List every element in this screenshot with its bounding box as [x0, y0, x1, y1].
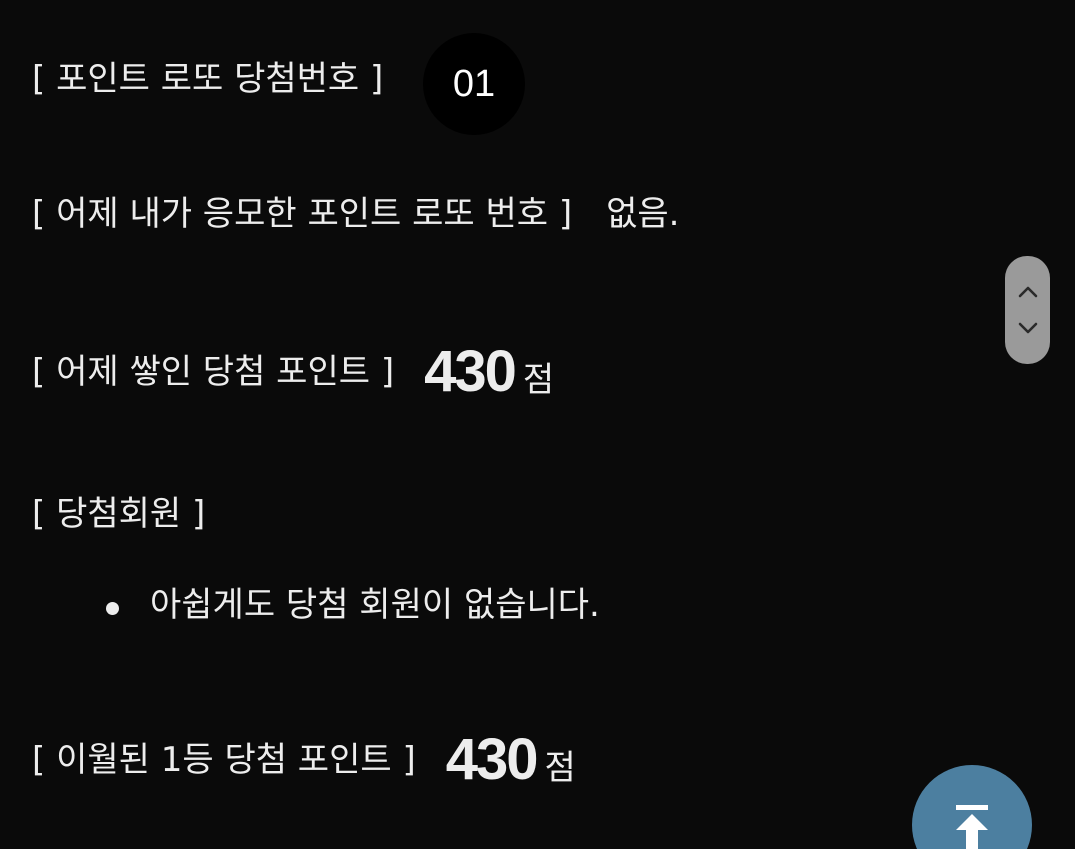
- chevron-down-icon: [1018, 322, 1037, 334]
- my-entry-row: [ 어제 내가 응모한 포인트 로또 번호 ] 없음.: [32, 197, 679, 231]
- carryover-points-value: 430: [445, 727, 539, 792]
- page-scroll-control: [1005, 256, 1050, 364]
- scroll-to-top-button[interactable]: [912, 765, 1032, 849]
- accumulated-points-value: 430: [424, 339, 517, 404]
- no-winners-message: 아쉽게도 당첨 회원이 없습니다.: [150, 585, 600, 625]
- accumulated-points-row: [ 어제 쌓인 당첨 포인트 ] 430 점: [32, 343, 554, 401]
- winning-number-label: [ 포인트 로또 당첨번호 ]: [32, 59, 384, 99]
- lotto-results-page: [ 포인트 로또 당첨번호 ] 01 [ 어제 내가 응모한 포인트 로또 번호…: [0, 0, 1075, 849]
- chevron-up-icon: [1018, 286, 1037, 298]
- carryover-points-label: [ 이월된 1등 당첨 포인트 ]: [32, 740, 416, 780]
- arrow-to-top-icon: [956, 805, 988, 849]
- accumulated-points-label: [ 어제 쌓인 당첨 포인트 ]: [32, 352, 395, 392]
- accumulated-points: 430 점: [424, 343, 554, 401]
- bullet-icon: [106, 601, 119, 615]
- winners-row: [ 당첨회원 ]: [32, 497, 205, 531]
- scroll-up-button[interactable]: [1005, 274, 1050, 310]
- carryover-points-unit: 점: [544, 748, 576, 788]
- winners-label: [ 당첨회원 ]: [32, 494, 206, 534]
- winning-number-row: [ 포인트 로또 당첨번호 ]: [32, 62, 383, 96]
- winning-number-value: 01: [452, 62, 496, 105]
- carryover-points-row: [ 이월된 1등 당첨 포인트 ] 430 점: [32, 731, 576, 789]
- list-item: 아쉽게도 당첨 회원이 없습니다.: [106, 588, 600, 622]
- my-entry-value: 없음.: [606, 194, 680, 234]
- carryover-points: 430 점: [446, 731, 576, 789]
- accumulated-points-unit: 점: [522, 360, 555, 400]
- winning-number-ball: 01: [423, 33, 525, 135]
- my-entry-label: [ 어제 내가 응모한 포인트 로또 번호 ]: [32, 194, 573, 234]
- scroll-down-button[interactable]: [1005, 310, 1050, 346]
